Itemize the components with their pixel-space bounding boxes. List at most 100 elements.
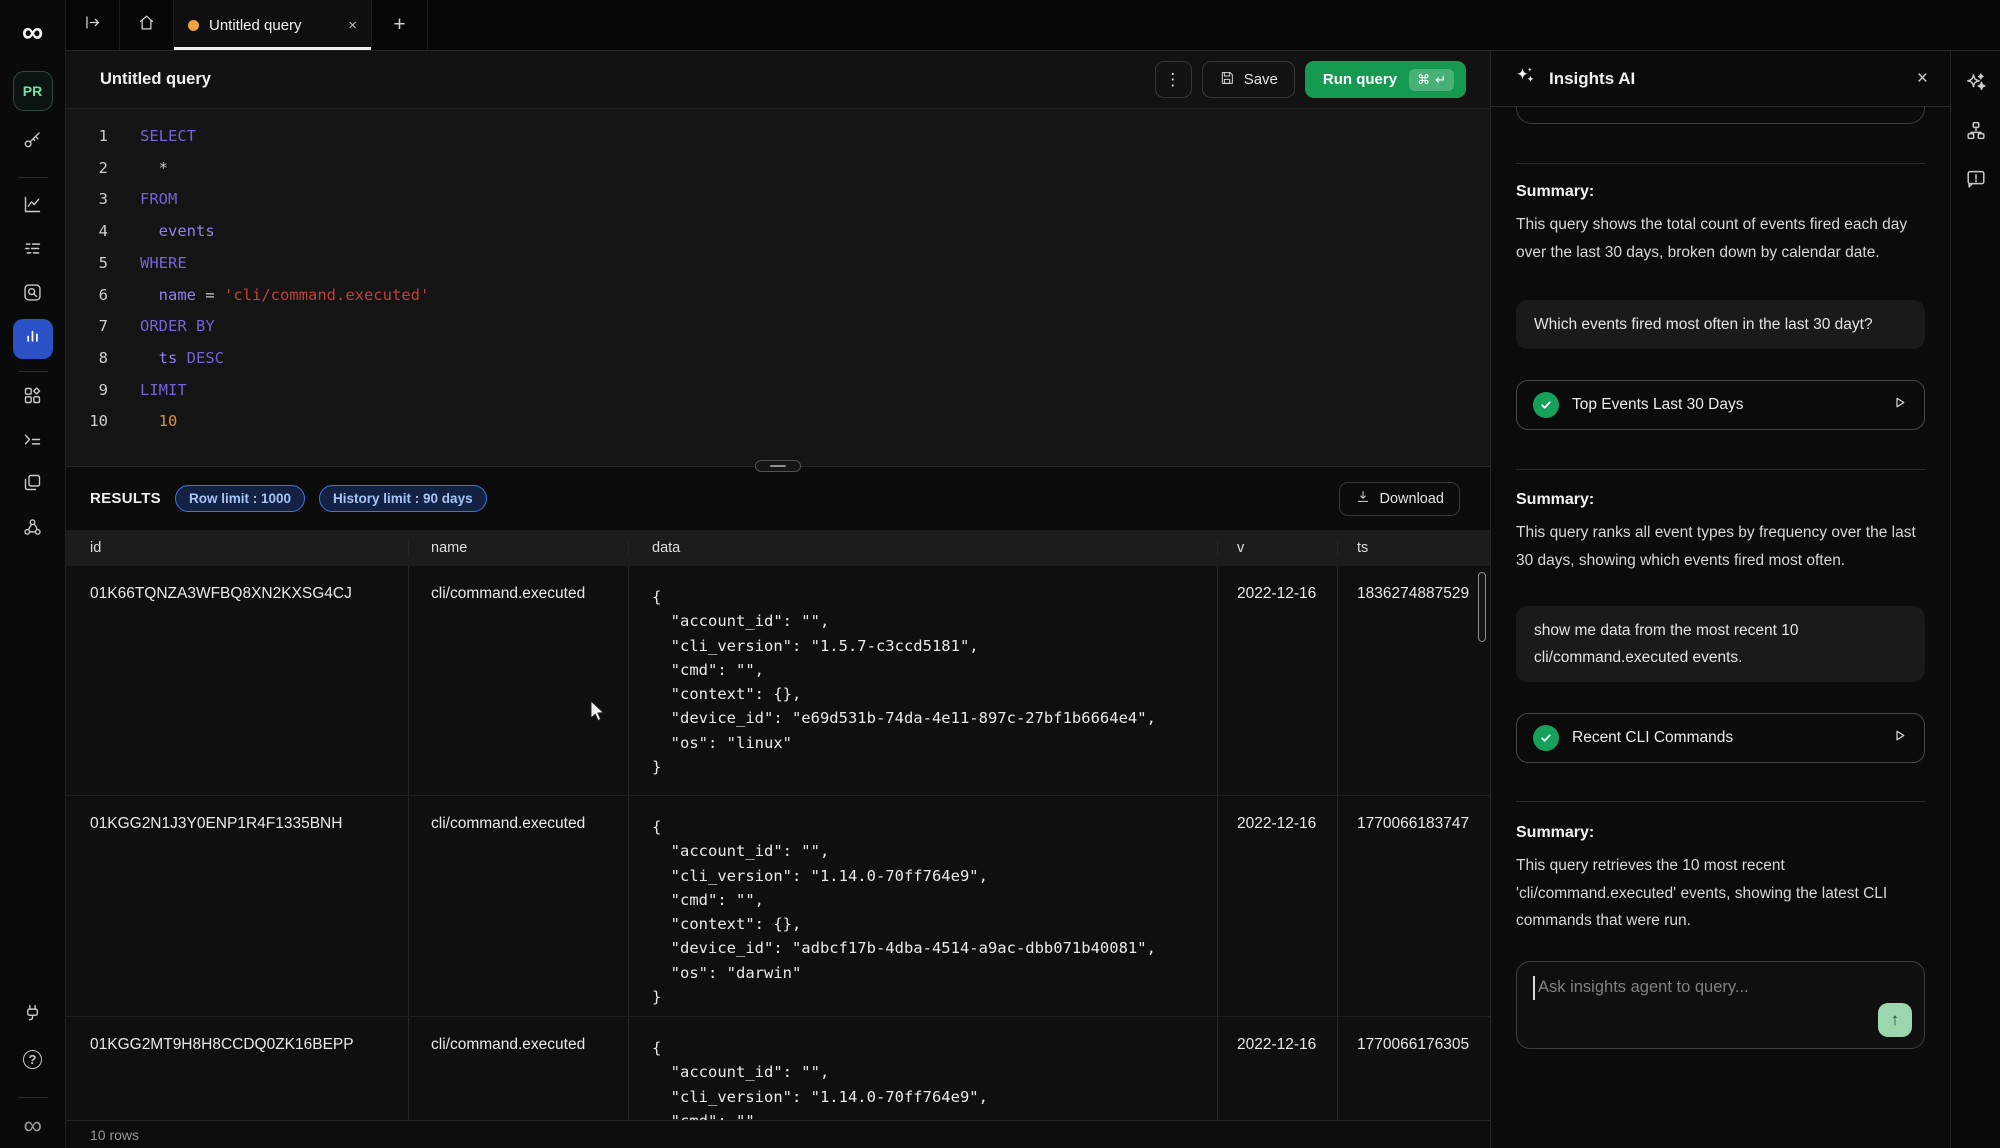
cell-v: 2022-12-16 (1217, 1017, 1337, 1120)
play-icon[interactable] (1891, 394, 1908, 416)
line-number: 1 (66, 121, 108, 153)
suggested-query-card[interactable]: Recent CLI Commands (1516, 713, 1925, 763)
summary-heading: Summary: (1516, 183, 1925, 201)
query-title: Untitled query (100, 70, 211, 89)
tab-untitled-query[interactable]: Untitled query × (174, 0, 372, 50)
summary-text: This query ranks all event types by freq… (1516, 519, 1925, 574)
terminal-icon (22, 429, 43, 455)
strip-item-flow[interactable] (1956, 113, 1996, 153)
table-row[interactable]: 01KGG2MT9H8H8CCDQ0ZK16BEPP cli/command.e… (66, 1017, 1490, 1120)
app-logo: ∞ (22, 18, 43, 48)
scrolled-card-bottom (1516, 107, 1925, 124)
unsaved-dot-icon (188, 20, 199, 31)
results-table-body[interactable]: 01K66TQNZA3WFBQ8XN2KXSG4CJ cli/command.e… (66, 566, 1490, 1120)
cell-v: 2022-12-16 (1217, 796, 1337, 1016)
run-shortcut-badge: ⌘ ↵ (1409, 69, 1454, 91)
insights-scroll-area[interactable]: Summary: This query shows the total coun… (1491, 107, 1950, 1148)
sidebar-item-help[interactable]: ? (13, 1039, 53, 1079)
cell-name: cli/command.executed (408, 566, 628, 795)
play-icon[interactable] (1891, 727, 1908, 749)
sql-keyword: ORDER BY (140, 317, 215, 335)
sidebar-item-integrations[interactable] (13, 996, 53, 1036)
editor-header: Untitled query ⋮ Save Run query ⌘ ↵ (66, 51, 1490, 109)
query-card-label: Recent CLI Commands (1572, 729, 1878, 747)
column-header-ts[interactable]: ts (1337, 540, 1490, 556)
column-header-data[interactable]: data (628, 540, 1217, 556)
divider (1516, 801, 1925, 802)
line-number: 8 (66, 343, 108, 375)
cell-name: cli/command.executed (408, 796, 628, 1016)
line-number: 3 (66, 184, 108, 216)
sidebar-item-functions[interactable] (13, 422, 53, 462)
suggested-query-card[interactable]: Top Events Last 30 Days (1516, 380, 1925, 430)
strip-item-feedback[interactable] (1956, 161, 1996, 201)
line-number: 9 (66, 375, 108, 407)
panel-resize-handle[interactable] (755, 460, 801, 472)
table-scrollbar-thumb[interactable] (1478, 572, 1486, 642)
cell-id: 01KGG2N1J3Y0ENP1R4F1335BNH (66, 796, 408, 1016)
enter-key-icon: ↵ (1435, 72, 1446, 88)
table-row[interactable]: 01K66TQNZA3WFBQ8XN2KXSG4CJ cli/command.e… (66, 566, 1490, 796)
key-icon (22, 129, 43, 155)
sql-identifier: ts (140, 349, 187, 367)
sparkles-icon (1964, 71, 1988, 100)
save-icon (1219, 70, 1235, 90)
code-line: 6 name = 'cli/command.executed' (66, 280, 1490, 312)
sidebar-item-webhooks[interactable] (13, 510, 53, 550)
cell-data-json: { "account_id": "", "cli_version": "1.14… (628, 1017, 1217, 1120)
summary-text: This query shows the total count of even… (1516, 211, 1925, 266)
new-tab-button[interactable]: + (372, 0, 428, 50)
bar-chart-icon (22, 326, 43, 352)
results-table-header: id name data v ts (66, 530, 1490, 566)
download-button[interactable]: Download (1339, 482, 1461, 516)
results-toolbar: RESULTS Row limit : 1000 History limit :… (66, 466, 1490, 530)
sql-keyword: SELECT (140, 127, 196, 145)
code-line: 10 10 (66, 406, 1490, 438)
code-line: 9 LIMIT (66, 375, 1490, 407)
apps-grid-icon (22, 385, 43, 411)
save-button[interactable]: Save (1202, 61, 1295, 98)
cell-data-json: { "account_id": "", "cli_version": "1.14… (628, 796, 1217, 1016)
text-caret (1533, 976, 1535, 1000)
sql-editor[interactable]: 1SELECT 2 * 3FROM 4 events 5WHERE 6 name… (66, 109, 1490, 466)
run-query-button[interactable]: Run query ⌘ ↵ (1305, 61, 1466, 98)
run-query-label: Run query (1323, 71, 1397, 88)
sidebar-divider (18, 371, 48, 372)
sparkles-icon (1513, 64, 1537, 93)
sidebar-item-query-search[interactable] (13, 275, 53, 315)
divider (1516, 469, 1925, 470)
user-question-bubble: show me data from the most recent 10 cli… (1516, 606, 1925, 682)
sidebar-item-metrics[interactable] (13, 187, 53, 227)
more-options-button[interactable]: ⋮ (1155, 61, 1192, 98)
sidebar-item-apps[interactable] (13, 378, 53, 418)
cell-name: cli/command.executed (408, 1017, 628, 1120)
insights-header: Insights AI × (1491, 51, 1950, 107)
collapse-sidebar-button[interactable] (66, 0, 120, 50)
sidebar-item-insights-active[interactable] (13, 319, 53, 359)
sidebar-item-events[interactable] (13, 231, 53, 271)
strip-item-insights-ai[interactable] (1956, 65, 1996, 105)
cell-data-json: { "account_id": "", "cli_version": "1.5.… (628, 566, 1217, 795)
code-line: 3FROM (66, 184, 1490, 216)
summary-text: This query retrieves the 10 most recent … (1516, 852, 1925, 935)
home-tab-button[interactable] (120, 0, 174, 50)
insights-input[interactable]: Ask insights agent to query... ↑ (1516, 961, 1925, 1049)
cell-ts: 1770066176305 (1337, 1017, 1490, 1120)
mouse-cursor (588, 700, 610, 727)
cell-id: 01K66TQNZA3WFBQ8XN2KXSG4CJ (66, 566, 408, 795)
sidebar-divider (18, 177, 48, 178)
sql-keyword: LIMIT (140, 381, 187, 399)
editor-actions: ⋮ Save Run query ⌘ ↵ (1155, 61, 1466, 98)
sidebar-item-keys[interactable] (13, 122, 53, 162)
table-row[interactable]: 01KGG2N1J3Y0ENP1R4F1335BNH cli/command.e… (66, 796, 1490, 1017)
send-button[interactable]: ↑ (1878, 1003, 1912, 1037)
column-header-name[interactable]: name (408, 540, 628, 556)
line-number: 7 (66, 311, 108, 343)
close-icon[interactable]: × (1917, 68, 1928, 90)
download-icon (1355, 489, 1371, 509)
column-header-v[interactable]: v (1217, 540, 1337, 556)
avatar[interactable]: PR (13, 71, 53, 111)
column-header-id[interactable]: id (66, 540, 408, 556)
sidebar-item-environments[interactable] (13, 465, 53, 505)
close-tab-icon[interactable]: × (348, 17, 357, 34)
